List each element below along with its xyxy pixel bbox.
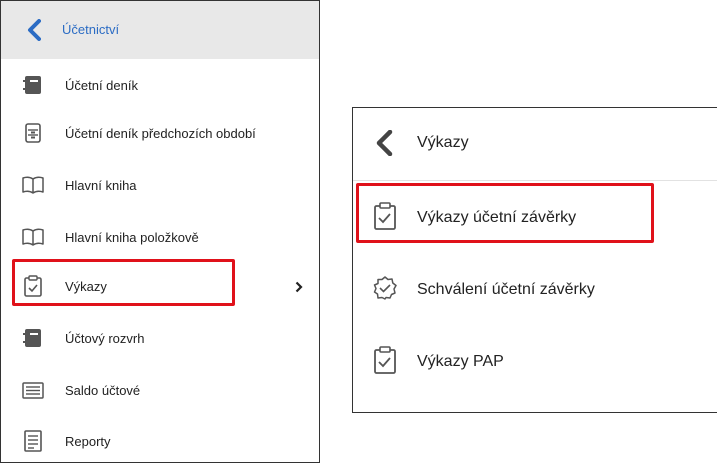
submenu-item-label: Výkazy účetní závěrky [417, 209, 577, 226]
accounting-menu-panel: Účetnictví Účetní deník Účetní deník pře… [0, 0, 320, 463]
menu-item-label: Výkazy [65, 279, 107, 294]
menu-item-ucetni-denik[interactable]: Účetní deník [1, 59, 319, 111]
submenu-item-label: Výkazy PAP [417, 353, 504, 370]
menu-header-title: Účetnictví [62, 22, 120, 37]
clipboard-check-icon [373, 346, 397, 374]
archive-journal-icon [22, 122, 44, 144]
menu-item-hlavni-kniha-polozkove[interactable]: Hlavní kniha položkově [1, 211, 319, 263]
back-chevron-icon[interactable] [375, 129, 393, 161]
menu-item-reporty[interactable]: Reporty [1, 415, 319, 467]
menu-item-uctovy-rozvrh[interactable]: Účtový rozvrh [1, 312, 319, 364]
submenu-item-vykazy-pap[interactable]: Výkazy PAP [353, 326, 717, 398]
menu-item-label: Saldo účtové [65, 383, 141, 398]
menu-item-label: Účtový rozvrh [65, 331, 145, 346]
journal-icon [22, 327, 44, 349]
menu-item-label: Hlavní kniha položkově [65, 230, 199, 245]
report-icon [22, 430, 44, 452]
menu-item-label: Hlavní kniha [65, 178, 137, 193]
open-book-icon [22, 226, 44, 248]
menu-item-label: Účetní deník [65, 78, 138, 93]
submenu-item-vykazy-ucetni-zaverky[interactable]: Výkazy účetní závěrky [353, 182, 717, 254]
menu-item-vykazy[interactable]: Výkazy [1, 260, 319, 312]
submenu-header-title: Výkazy [417, 134, 469, 151]
journal-icon [22, 74, 44, 96]
chevron-right-icon [295, 280, 303, 298]
vykazy-submenu-panel: Výkazy Výkazy účetní závěrky Schválení ú… [352, 107, 717, 413]
menu-item-label: Reporty [65, 434, 111, 449]
menu-item-hlavni-kniha[interactable]: Hlavní kniha [1, 159, 319, 211]
list-icon [22, 379, 44, 401]
menu-item-saldo-uctove[interactable]: Saldo účtové [1, 364, 319, 416]
clipboard-check-icon [22, 275, 44, 297]
open-book-icon [22, 174, 44, 196]
menu-item-ucetni-denik-predchozich[interactable]: Účetní deník předchozích období [1, 107, 319, 159]
submenu-item-schvaleni-ucetni-zaverky[interactable]: Schválení účetní závěrky [353, 254, 717, 326]
menu-item-label: Účetní deník předchozích období [65, 126, 256, 141]
clipboard-check-icon [373, 202, 397, 230]
verified-badge-icon [373, 274, 397, 302]
back-chevron-icon[interactable] [27, 19, 41, 46]
submenu-item-label: Schválení účetní závěrky [417, 281, 595, 298]
menu-header[interactable]: Účetnictví [1, 1, 319, 59]
submenu-header[interactable]: Výkazy [353, 108, 717, 181]
